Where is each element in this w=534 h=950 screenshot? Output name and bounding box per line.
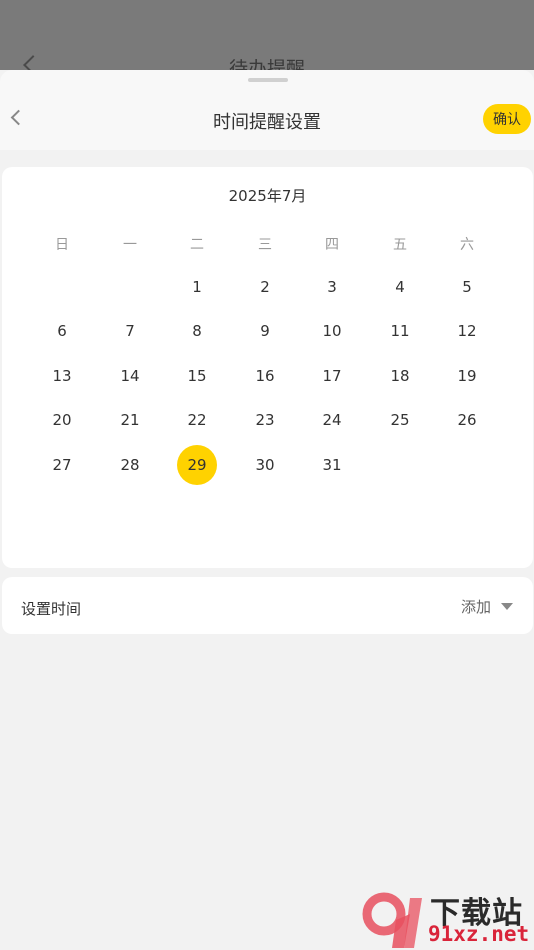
add-time-label: 添加: [460, 597, 491, 616]
calendar-day[interactable]: 7: [110, 311, 150, 351]
calendar-day[interactable]: 21: [110, 400, 150, 440]
background-page: 待办提醒: [0, 0, 534, 70]
calendar-day[interactable]: 8: [177, 311, 217, 351]
weekday-label: 五: [393, 237, 407, 253]
calendar-day[interactable]: 2: [245, 267, 285, 307]
calendar-day-selected[interactable]: 29: [177, 445, 217, 485]
calendar-day[interactable]: 26: [447, 400, 487, 440]
calendar-day[interactable]: 25: [380, 400, 420, 440]
month-title: 2025年7月: [228, 187, 307, 205]
weekday-label: 六: [460, 237, 474, 253]
calendar-day[interactable]: 31: [312, 445, 352, 485]
weekday-label: 一: [123, 237, 137, 253]
calendar-day[interactable]: 20: [42, 400, 82, 440]
sheet-title: 时间提醒设置: [213, 112, 321, 133]
calendar-day[interactable]: 18: [380, 356, 420, 396]
calendar-day[interactable]: 28: [110, 445, 150, 485]
calendar-day[interactable]: 16: [245, 356, 285, 396]
add-time-dropdown[interactable]: 添加: [461, 593, 513, 619]
watermark-logo-icon: [362, 892, 422, 948]
drag-handle[interactable]: [248, 78, 288, 82]
calendar-day[interactable]: 24: [312, 400, 352, 440]
set-time-label: 设置时间: [21, 600, 82, 618]
calendar-day[interactable]: 30: [245, 445, 285, 485]
calendar-day[interactable]: 22: [177, 400, 217, 440]
calendar-day[interactable]: 1: [177, 267, 217, 307]
weekday-label: 二: [190, 237, 204, 253]
calendar-day[interactable]: 23: [245, 400, 285, 440]
reminder-settings-sheet: 时间提醒设置 确认 2025年7月 日一二三四五六 1 2 3 4 5 6 7 8 9 10 11 1…: [0, 70, 534, 950]
calendar-day[interactable]: 14: [110, 356, 150, 396]
calendar-day[interactable]: 6: [42, 311, 82, 351]
calendar-day[interactable]: 17: [312, 356, 352, 396]
sheet-header: 时间提醒设置 确认: [0, 70, 534, 150]
calendar-day[interactable]: 5: [447, 267, 487, 307]
background-page-title: 待办提醒: [228, 58, 305, 70]
weekday-label: 日: [55, 237, 69, 253]
weekday-label: 三: [258, 237, 272, 253]
set-time-row: 设置时间 添加: [2, 577, 533, 634]
calendar-day[interactable]: 9: [245, 311, 285, 351]
calendar-day[interactable]: 27: [42, 445, 82, 485]
calendar-day[interactable]: 15: [177, 356, 217, 396]
calendar-day[interactable]: 11: [380, 311, 420, 351]
calendar-day[interactable]: 13: [42, 356, 82, 396]
calendar-card: 2025年7月 日一二三四五六 1 2 3 4 5 6 7 8 9 10 11 12 13 14 15 16 1…: [2, 167, 533, 568]
calendar-day[interactable]: 12: [447, 311, 487, 351]
calendar-day[interactable]: 4: [380, 267, 420, 307]
weekday-label: 四: [325, 237, 339, 253]
caret-down-icon: [501, 602, 513, 610]
calendar-day[interactable]: 3: [312, 267, 352, 307]
watermark-bottom-text: 91xz.net: [428, 922, 530, 946]
confirm-button[interactable]: 确认: [483, 104, 531, 134]
calendar-day[interactable]: 10: [312, 311, 352, 351]
site-watermark: 下载站 91xz.net: [362, 886, 534, 950]
calendar-day[interactable]: 19: [447, 356, 487, 396]
